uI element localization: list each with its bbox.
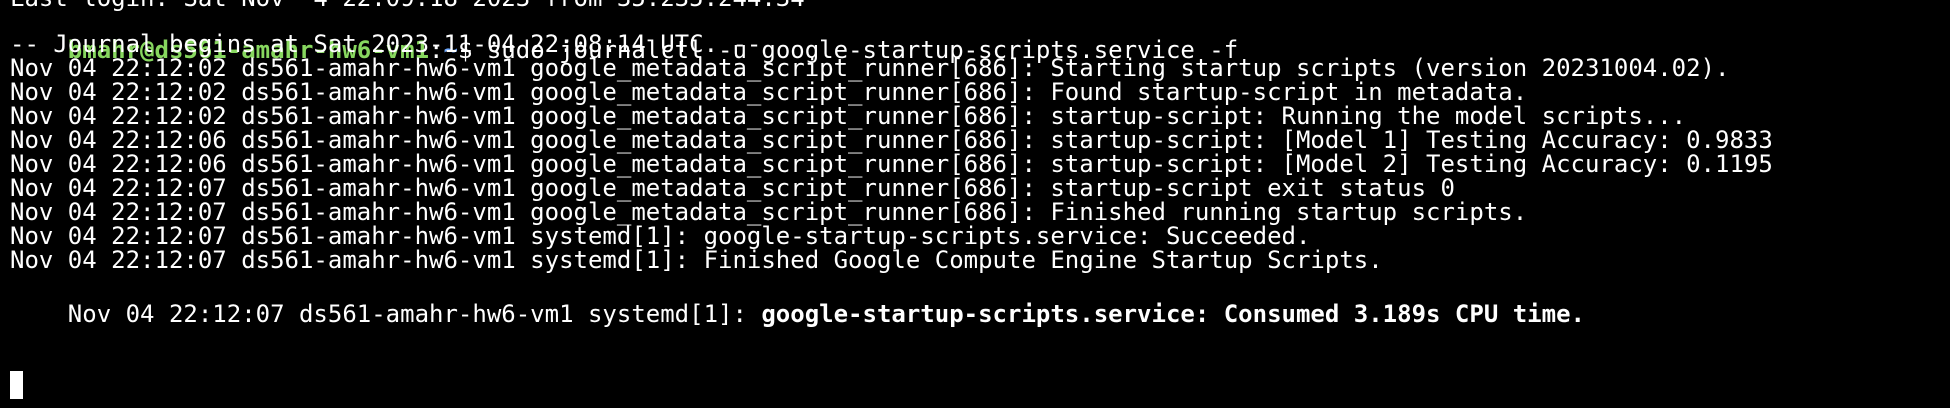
log-line-bold-message: google-startup-scripts.service: Consumed…: [761, 300, 1585, 328]
terminal-window[interactable]: Last login: Sat Nov 4 22:09:18 2023 from…: [0, 0, 1950, 408]
log-line-cpu-time: Nov 04 22:12:07 ds561-amahr-hw6-vm1 syst…: [10, 269, 1585, 328]
terminal-cursor: [10, 371, 23, 399]
log-line-prefix: Nov 04 22:12:07 ds561-amahr-hw6-vm1 syst…: [67, 300, 762, 328]
